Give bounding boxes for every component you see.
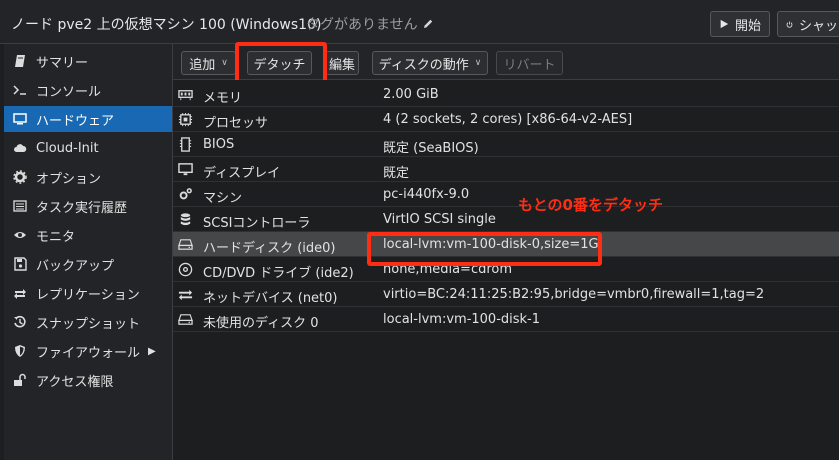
table-row[interactable]: SCSIコントローラ VirtIO SCSI single	[173, 207, 839, 232]
sidebar-item-permissions[interactable]: アクセス権限	[4, 367, 172, 393]
play-icon	[720, 19, 729, 29]
cpu-icon	[176, 111, 194, 127]
sidebar-item-options[interactable]: オプション	[4, 164, 172, 190]
page-title: ノード pve2 上の仮想マシン 100 (Windows10)	[11, 17, 322, 33]
sidebar-item-console[interactable]: コンソール	[4, 77, 172, 103]
database-icon	[176, 211, 194, 227]
sidebar-item-label: モニタ	[36, 229, 76, 245]
row-key: 未使用のディスク 0	[203, 316, 319, 331]
chevron-right-icon[interactable]: ▶	[148, 346, 156, 357]
cloud-icon	[12, 140, 28, 156]
power-icon	[786, 21, 793, 28]
table-row[interactable]: ネットデバイス (net0) virtio=BC:24:11:25:B2:95,…	[173, 282, 839, 307]
list-icon	[12, 198, 28, 214]
sidebar-item-backup[interactable]: バックアップ	[4, 251, 172, 277]
sidebar-item-firewall[interactable]: ファイアウォール ▶	[4, 338, 172, 364]
terminal-icon	[12, 82, 28, 98]
row-key: ネットデバイス (net0)	[203, 291, 338, 306]
start-button[interactable]: 開始	[710, 11, 770, 37]
row-value: 2.00 GiB	[383, 87, 439, 102]
disk-action-button[interactable]: ディスクの動作 ∨	[372, 51, 488, 75]
desktop-icon	[176, 161, 194, 177]
sidebar-item-label: サマリー	[36, 55, 89, 71]
sidebar-item-label: バックアップ	[36, 258, 115, 274]
hardware-table: メモリ 2.00 GiB プロセッサ 4 (2 sockets, 2 cores…	[173, 80, 839, 460]
sidebar-item-label: Cloud-Init	[36, 140, 99, 156]
disk-value-highlight-box	[367, 232, 602, 266]
sidebar-item-label: タスク実行履歴	[36, 200, 128, 216]
row-value: 4 (2 sockets, 2 cores) [x86-64-v2-AES]	[383, 112, 633, 127]
tags-text: タグがありません	[306, 17, 418, 33]
exchange-icon	[176, 286, 194, 302]
history-icon	[12, 314, 28, 330]
sidebar-item-task-history[interactable]: タスク実行履歴	[4, 193, 172, 219]
annotation-text: もとの0番をデタッチ	[518, 196, 663, 214]
memory-icon	[176, 86, 194, 102]
sidebar-item-label: オプション	[36, 171, 102, 187]
row-key: ディスプレイ	[203, 166, 281, 181]
sidebar-item-label: スナップショット	[36, 316, 141, 332]
microchip-icon	[176, 136, 194, 152]
edit-button[interactable]: 編集	[325, 51, 359, 75]
sidebar-item-hardware[interactable]: ハードウェア	[4, 106, 172, 132]
row-value: local-lvm:vm-100-disk-1	[383, 312, 541, 327]
add-button[interactable]: 追加 ∨	[181, 51, 236, 75]
sidebar-item-label: コンソール	[36, 84, 102, 100]
add-label: 追加	[189, 57, 216, 73]
shutdown-button[interactable]: シャッ	[777, 11, 839, 37]
row-key: SCSIコントローラ	[203, 216, 311, 231]
monitor-icon	[12, 111, 28, 127]
edit-label: 編集	[328, 57, 355, 73]
hdd-icon	[176, 311, 194, 327]
shutdown-label: シャッ	[798, 18, 838, 34]
sidebar-item-monitor[interactable]: モニタ	[4, 222, 172, 248]
table-row[interactable]: ディスプレイ 既定	[173, 157, 839, 182]
row-value: VirtIO SCSI single	[383, 212, 496, 227]
shield-icon	[12, 343, 28, 359]
proxmox-vm-hardware-view: ノード pve2 上の仮想マシン 100 (Windows10) タグがありませ…	[0, 0, 839, 460]
sidebar-item-label: ハードウェア	[36, 113, 115, 129]
title-bar: ノード pve2 上の仮想マシン 100 (Windows10) タグがありませ…	[0, 0, 839, 44]
row-value: 既定	[383, 166, 410, 181]
sidebar-item-label: レプリケーション	[36, 287, 140, 303]
sidebar-item-summary[interactable]: サマリー	[4, 48, 172, 74]
row-value: pc-i440fx-9.0	[383, 187, 470, 202]
pencil-icon[interactable]	[422, 18, 434, 30]
notebook-icon	[12, 53, 28, 69]
table-row[interactable]: プロセッサ 4 (2 sockets, 2 cores) [x86-64-v2-…	[173, 107, 839, 132]
sync-icon	[12, 285, 28, 301]
row-key: BIOS	[203, 137, 235, 152]
sidebar: サマリー コンソール ハードウェア Cloud-Init オプション タスク実行…	[4, 44, 172, 460]
table-row[interactable]: マシン pc-i440fx-9.0	[173, 182, 839, 207]
sidebar-item-replication[interactable]: レプリケーション	[4, 280, 172, 306]
row-value: 既定 (SeaBIOS)	[383, 141, 479, 156]
floppy-icon	[12, 256, 28, 272]
revert-button[interactable]: リバート	[496, 51, 563, 75]
start-label: 開始	[734, 18, 761, 34]
table-row[interactable]: 未使用のディスク 0 local-lvm:vm-100-disk-1	[173, 307, 839, 332]
row-value: virtio=BC:24:11:25:B2:95,bridge=vmbr0,fi…	[383, 287, 765, 302]
eye-icon	[12, 227, 28, 243]
cdrom-icon	[176, 261, 194, 277]
hdd-icon	[176, 236, 194, 252]
table-row[interactable]: メモリ 2.00 GiB	[173, 82, 839, 107]
gear-icon	[12, 169, 28, 185]
tags-area[interactable]: タグがありません	[306, 14, 434, 34]
revert-label: リバート	[503, 57, 556, 73]
row-key: メモリ	[203, 91, 243, 106]
unlock-icon	[12, 372, 28, 388]
chevron-down-icon: ∨	[221, 58, 228, 68]
chevron-down-icon: ∨	[474, 58, 482, 68]
sidebar-item-snapshot[interactable]: スナップショット	[4, 309, 172, 335]
cogs-icon	[176, 186, 194, 202]
disk-action-label: ディスクの動作	[378, 57, 469, 73]
row-key: ハードディスク (ide0)	[203, 241, 336, 256]
sidebar-item-label: ファイアウォール	[36, 345, 141, 361]
sidebar-item-label: アクセス権限	[36, 374, 114, 390]
sidebar-item-cloud-init[interactable]: Cloud-Init	[4, 135, 172, 161]
table-row[interactable]: BIOS 既定 (SeaBIOS)	[173, 132, 839, 157]
row-key: プロセッサ	[203, 116, 269, 131]
row-key: マシン	[203, 191, 243, 206]
row-key: CD/DVD ドライブ (ide2)	[203, 266, 354, 281]
